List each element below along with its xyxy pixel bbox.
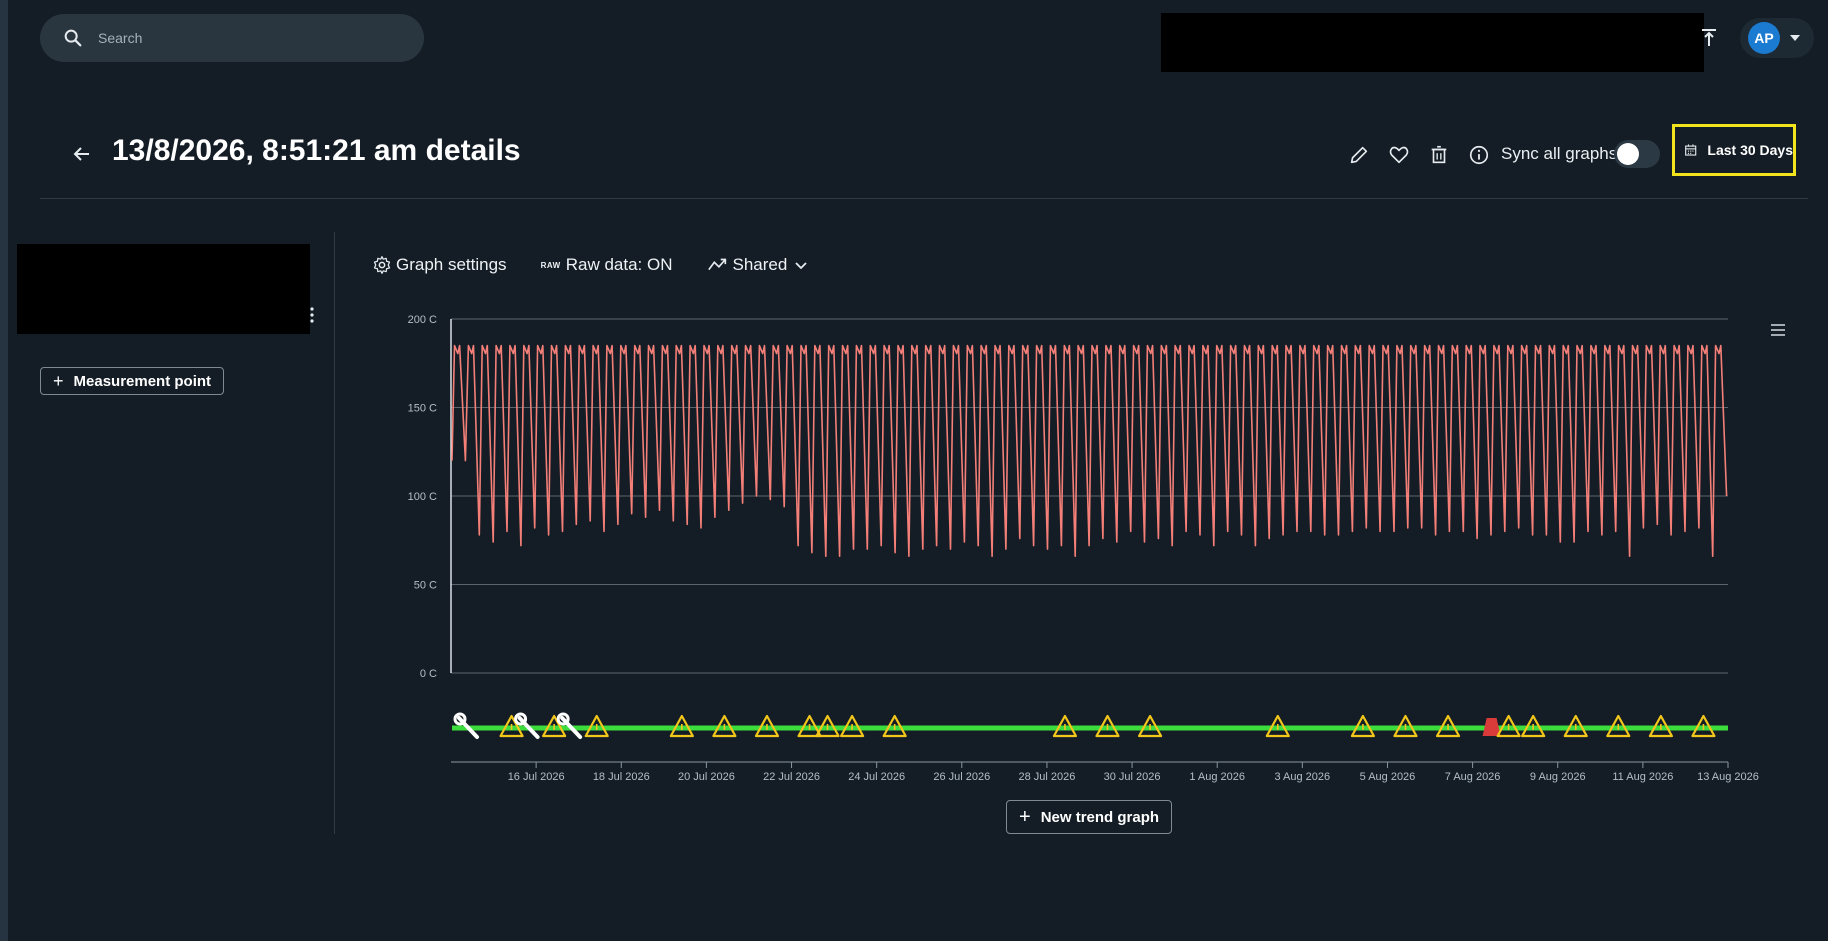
raw-data-button[interactable]: RAW Raw data: ON xyxy=(541,255,673,275)
y-tick-label: 0 C xyxy=(420,668,437,680)
x-tick-label: 13 Aug 2026 xyxy=(1697,771,1759,783)
add-measurement-point-button[interactable]: + Measurement point xyxy=(40,367,224,395)
arrow-left-icon[interactable] xyxy=(70,142,94,166)
date-range-button[interactable]: Last 30 Days xyxy=(1672,124,1796,176)
kebab-icon[interactable] xyxy=(308,306,316,324)
header-divider xyxy=(40,198,1808,199)
trash-icon[interactable] xyxy=(1428,144,1450,166)
upload-icon[interactable] xyxy=(1698,24,1720,52)
x-tick-label: 5 Aug 2026 xyxy=(1360,771,1416,783)
sync-graphs-label: Sync all graphs xyxy=(1501,144,1618,163)
temperature-series-line xyxy=(451,344,1728,557)
redacted-panel xyxy=(17,244,310,334)
graph-settings-label: Graph settings xyxy=(396,255,507,274)
raw-data-label: Raw data: ON xyxy=(565,255,673,274)
chevron-down-icon xyxy=(1790,35,1800,41)
y-tick-label: 150 C xyxy=(408,403,437,415)
search-input[interactable]: Search xyxy=(98,30,142,46)
y-tick-label: 50 C xyxy=(414,580,437,592)
page-header: 13/8/2026, 8:51:21 am details Sync all g… xyxy=(40,124,1810,188)
search-bar[interactable]: Search xyxy=(40,14,424,62)
panel-divider xyxy=(334,232,335,834)
x-tick-label: 9 Aug 2026 xyxy=(1530,771,1586,783)
pencil-icon[interactable] xyxy=(1348,144,1370,166)
x-tick-label: 18 Jul 2026 xyxy=(593,771,650,783)
new-trend-graph-label: New trend graph xyxy=(1040,808,1160,826)
sync-graphs-toggle[interactable] xyxy=(1614,140,1660,168)
gear-icon xyxy=(373,256,391,274)
left-rail xyxy=(0,0,8,941)
x-tick-label: 1 Aug 2026 xyxy=(1189,771,1245,783)
x-tick-label: 22 Jul 2026 xyxy=(763,771,820,783)
y-tick-label: 200 C xyxy=(408,314,437,326)
x-tick-label: 7 Aug 2026 xyxy=(1445,771,1501,783)
x-tick-label: 26 Jul 2026 xyxy=(933,771,990,783)
info-icon[interactable] xyxy=(1468,144,1490,166)
x-tick-label: 28 Jul 2026 xyxy=(1018,771,1075,783)
y-tick-label: 100 C xyxy=(408,491,437,503)
add-measurement-point-label: Measurement point xyxy=(73,372,212,390)
trend-chart-svg[interactable]: 0 C 50 C 100 C 150 C 200 C 16 Jul 2026 18 Jul … xyxy=(360,300,1810,800)
x-tick-label: 3 Aug 2026 xyxy=(1274,771,1330,783)
x-tick-label: 30 Jul 2026 xyxy=(1104,771,1161,783)
shared-dropdown[interactable]: Shared xyxy=(707,255,814,275)
user-menu[interactable]: AP xyxy=(1740,18,1814,58)
trend-chart[interactable]: 0 C 50 C 100 C 150 C 200 C 16 Jul 2026 18 Jul … xyxy=(360,300,1810,800)
plus-icon: + xyxy=(1019,806,1031,828)
plus-icon: + xyxy=(53,371,64,391)
new-trend-graph-button[interactable]: + New trend graph xyxy=(1006,800,1172,834)
x-tick-label: 20 Jul 2026 xyxy=(678,771,735,783)
trend-icon xyxy=(707,258,726,271)
avatar: AP xyxy=(1748,22,1780,54)
shared-label: Shared xyxy=(732,255,788,274)
top-bar: Search AP xyxy=(8,0,1828,80)
x-tick-label: 11 Aug 2026 xyxy=(1612,771,1673,783)
toggle-knob xyxy=(1617,143,1639,165)
redacted-area xyxy=(1161,13,1704,72)
date-range-label: Last 30 Days xyxy=(1707,142,1793,158)
calendar-icon xyxy=(1685,144,1697,156)
x-tick-label: 16 Jul 2026 xyxy=(508,771,565,783)
graph-toolbar: Graph settings RAW Raw data: ON Shared xyxy=(372,252,847,278)
heart-icon[interactable] xyxy=(1388,144,1410,166)
raw-icon: RAW xyxy=(540,260,561,270)
search-icon xyxy=(64,29,82,47)
graph-settings-button[interactable]: Graph settings xyxy=(372,255,507,275)
chevron-down-icon xyxy=(795,262,807,270)
page-title: 13/8/2026, 8:51:21 am details xyxy=(112,134,521,167)
x-tick-label: 24 Jul 2026 xyxy=(848,771,905,783)
